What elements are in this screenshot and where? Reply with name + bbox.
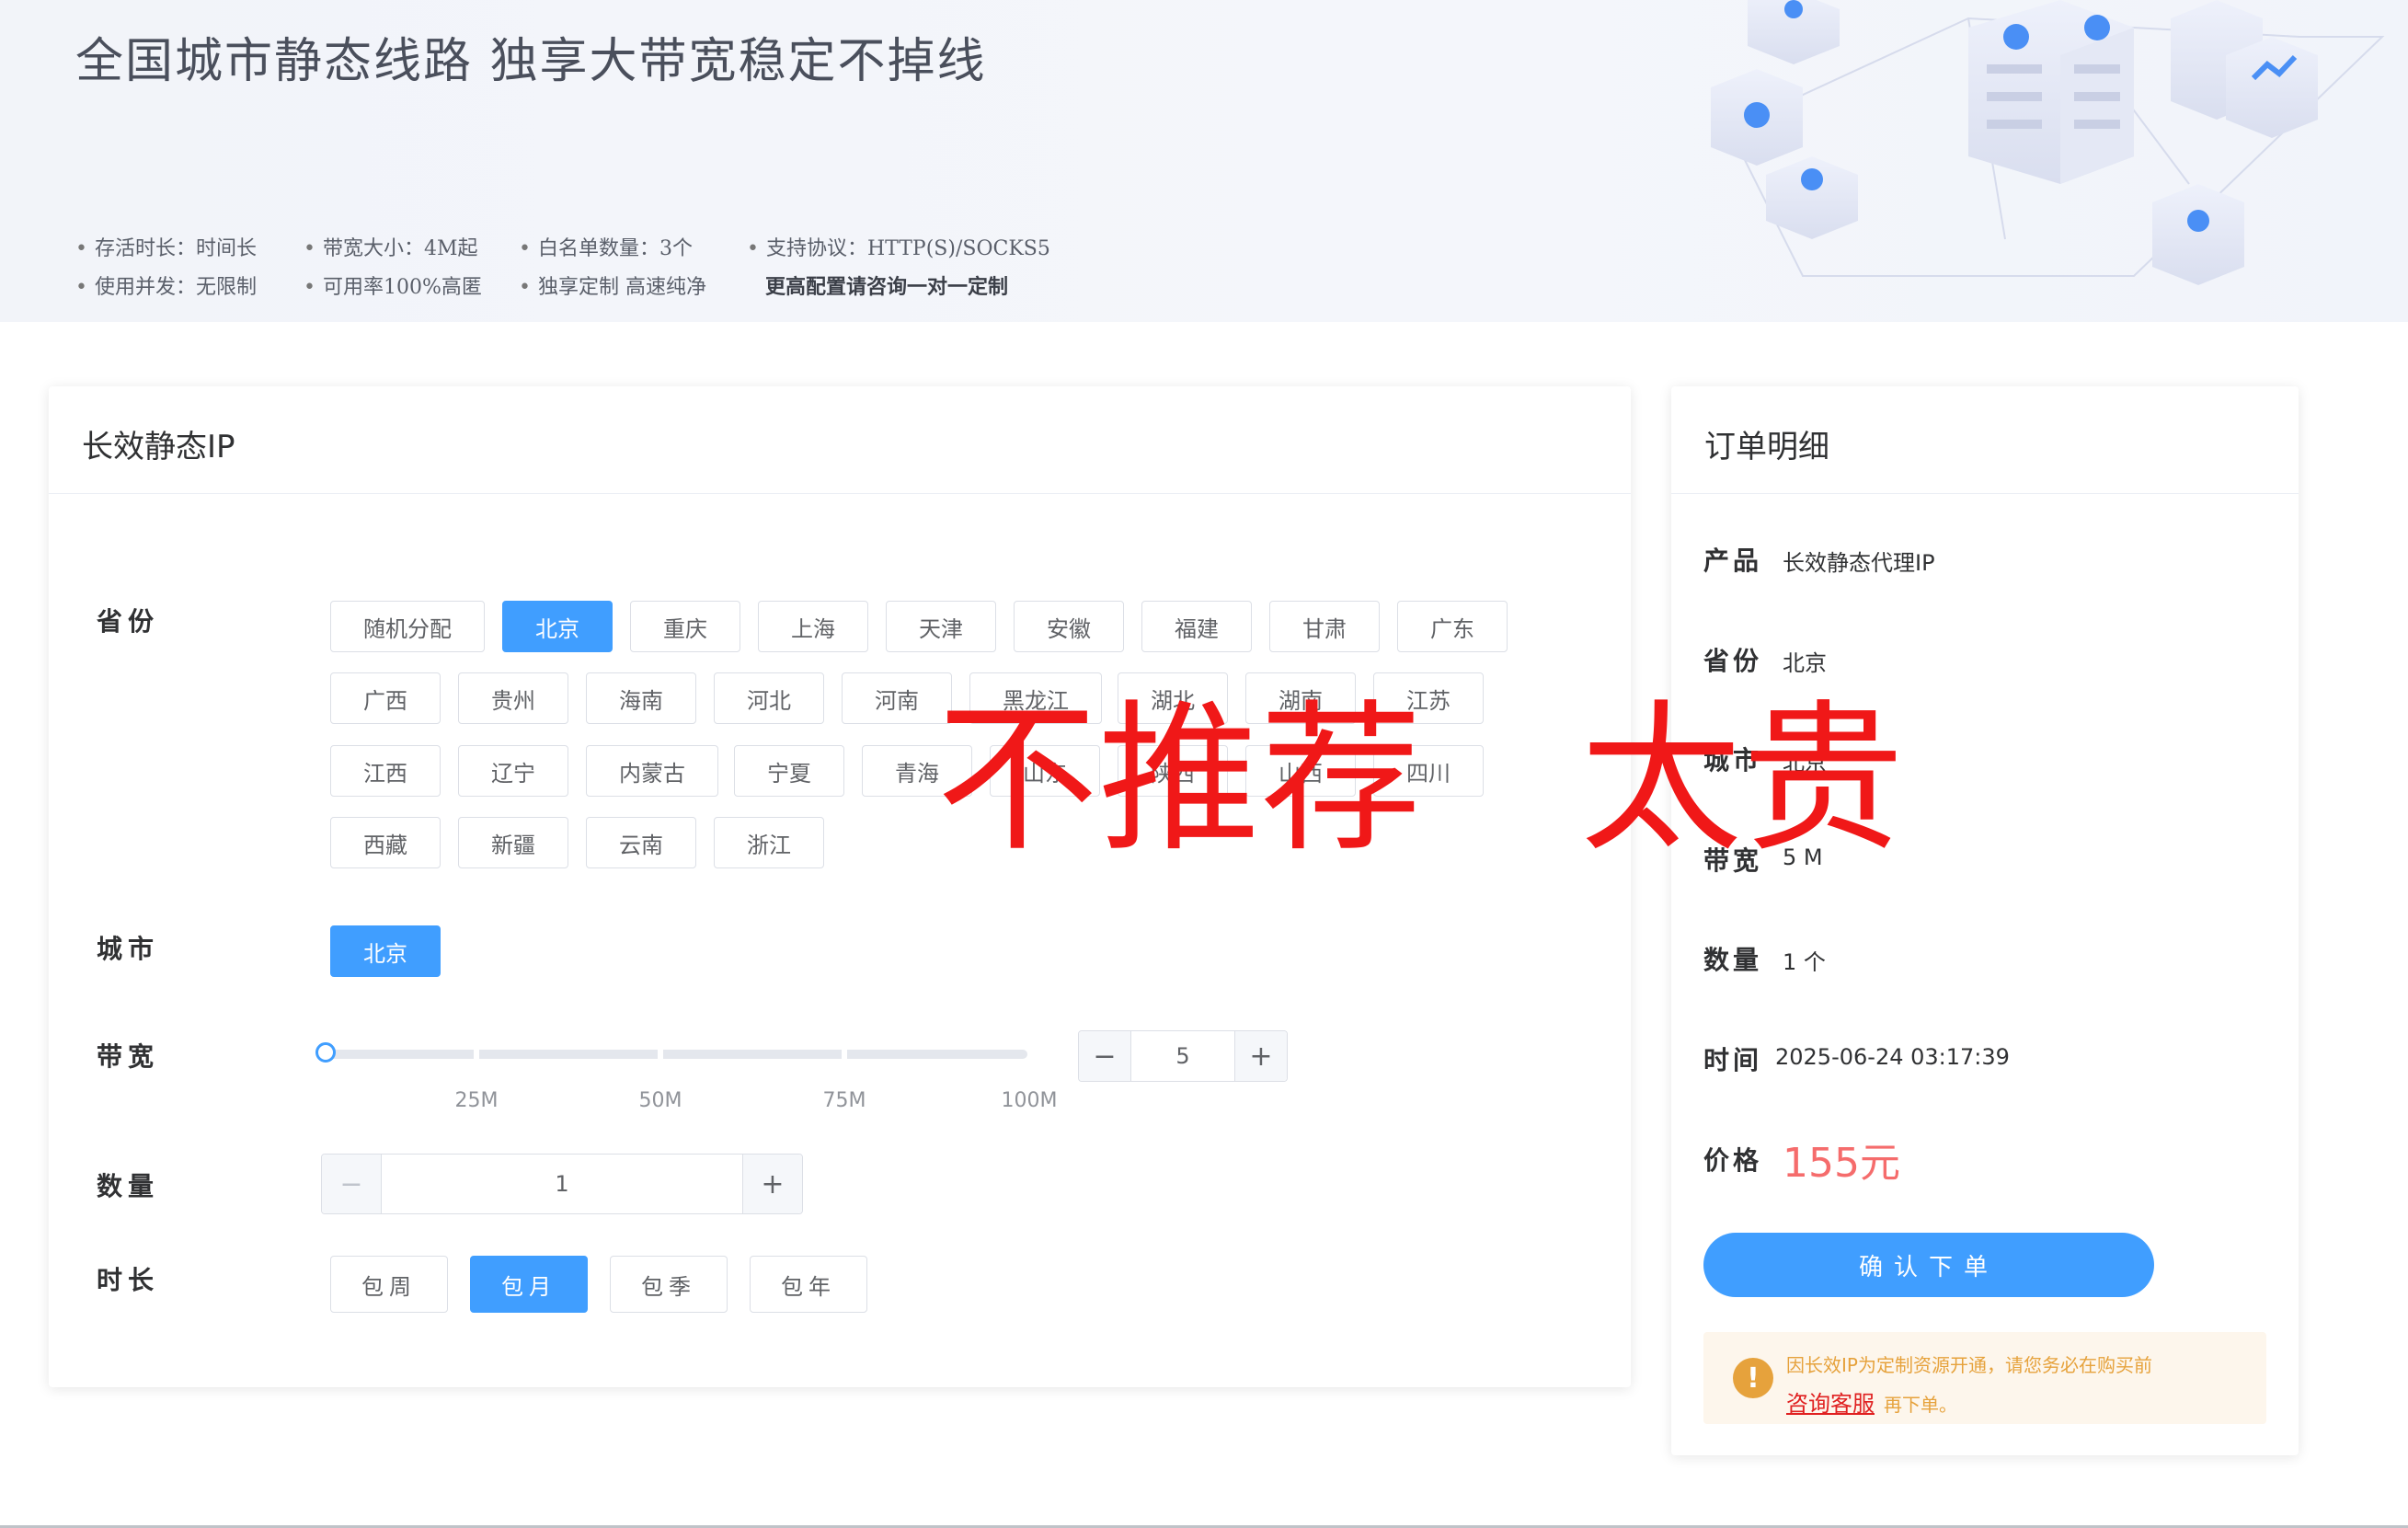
city-tag-beijing[interactable]: 北京 (330, 925, 441, 977)
order-time-value: 2025-06-24 03:17:39 (1775, 1044, 2010, 1070)
notice-tail-text: 再下单。 (1884, 1394, 1957, 1416)
slider-mark: 50M (638, 1089, 682, 1112)
province-tag[interactable]: 贵州 (458, 672, 568, 724)
notice-box: ! 因长效IP为定制资源开通，请您务必在购买前 咨询客服 再下单。 (1703, 1332, 2266, 1424)
quantity-stepper: − 1 + (321, 1154, 803, 1214)
bandwidth-stepper: − 5 + (1078, 1030, 1288, 1082)
banner-title: 全国城市静态线路 独享大带宽稳定不掉线 (75, 34, 987, 89)
feature-text: 可用率100%高匿 (304, 270, 482, 300)
province-tag[interactable]: 内蒙古 (586, 745, 718, 797)
quantity-label: 数量 (97, 1171, 160, 1201)
slider-mark: 100M (1001, 1089, 1058, 1112)
province-tag[interactable]: 甘肃 (1269, 601, 1380, 652)
feature-text-highlight: 更高配置请咨询一对一定制 (765, 275, 1009, 299)
province-tag[interactable]: 云南 (586, 817, 696, 868)
duration-tag-week[interactable]: 包周 (330, 1256, 448, 1313)
city-label: 城市 (97, 934, 160, 964)
duration-tag-year[interactable]: 包年 (750, 1256, 867, 1313)
province-tag[interactable]: 新疆 (458, 817, 568, 868)
feature-text: 存活时长：时间长 (75, 232, 257, 261)
province-label: 省份 (97, 606, 160, 637)
feature-text: 带宽大小：4M起 (304, 232, 478, 261)
feature-text: 使用并发：无限制 (75, 270, 257, 300)
warning-icon: ! (1733, 1358, 1773, 1398)
feature-text: 支持协议：HTTP(S)/SOCKS5 (747, 232, 1050, 261)
bandwidth-decrease-button[interactable]: − (1079, 1031, 1131, 1081)
province-tag[interactable]: 辽宁 (458, 745, 568, 797)
quantity-increase-button[interactable]: + (742, 1155, 802, 1213)
province-tag[interactable]: 安徽 (1014, 601, 1124, 652)
province-tag[interactable]: 重庆 (630, 601, 740, 652)
order-product-label: 产品 (1703, 546, 1763, 576)
bandwidth-label: 带宽 (97, 1041, 160, 1072)
contact-support-link[interactable]: 咨询客服 (1786, 1385, 1875, 1418)
order-province-value: 北京 (1783, 650, 1827, 676)
province-tag[interactable]: 河北 (714, 672, 824, 724)
province-tag[interactable]: 天津 (886, 601, 996, 652)
province-tag[interactable]: 广东 (1397, 601, 1508, 652)
quantity-input[interactable]: 1 (381, 1155, 743, 1213)
duration-tag-month[interactable]: 包月 (470, 1256, 588, 1313)
product-card: 长效静态IP (49, 386, 1631, 1387)
order-product-value: 长效静态代理IP (1783, 550, 1935, 576)
quantity-decrease-button[interactable]: − (322, 1155, 382, 1213)
province-tag[interactable]: 随机分配 (330, 601, 485, 652)
duration-tag-quarter[interactable]: 包季 (610, 1256, 728, 1313)
order-quantity-label: 数量 (1703, 945, 1763, 975)
overlay-text-not-recommended: 不推荐 (936, 685, 1423, 874)
bandwidth-slider-thumb[interactable] (315, 1042, 336, 1063)
province-tag[interactable]: 上海 (758, 601, 868, 652)
province-tag[interactable]: 福建 (1141, 601, 1252, 652)
product-card-header: 长效静态IP (49, 386, 1631, 494)
order-card-header: 订单明细 (1671, 386, 2299, 494)
feature-text: 白名单数量：3个 (519, 232, 693, 261)
province-tag[interactable]: 宁夏 (734, 745, 844, 797)
bandwidth-input[interactable]: 5 (1130, 1031, 1235, 1081)
confirm-order-button[interactable]: 确认下单 (1703, 1233, 2154, 1297)
province-tag[interactable]: 江西 (330, 745, 441, 797)
order-price-label: 价格 (1703, 1145, 1763, 1176)
slider-stop (474, 1050, 479, 1059)
province-tag[interactable]: 广西 (330, 672, 441, 724)
province-tag[interactable]: 西藏 (330, 817, 441, 868)
province-tag[interactable]: 河南 (842, 672, 952, 724)
order-province-label: 省份 (1703, 646, 1763, 676)
order-price-value: 155元 (1783, 1140, 1900, 1187)
province-tag[interactable]: 北京 (502, 601, 613, 652)
order-quantity-value: 1 个 (1783, 949, 1826, 975)
server-illustration-icon (1711, 0, 2385, 285)
order-time-label: 时间 (1703, 1045, 1763, 1075)
slider-stop (658, 1050, 663, 1059)
bandwidth-increase-button[interactable]: + (1234, 1031, 1287, 1081)
notice-text: 因长效IP为定制资源开通，请您务必在购买前 (1786, 1354, 2152, 1376)
slider-stop (842, 1050, 847, 1059)
product-card-title: 长效静态IP (82, 429, 235, 465)
slider-mark: 75M (822, 1089, 866, 1112)
overlay-text-too-expensive: 太贵 (1580, 685, 1905, 874)
province-tag[interactable]: 海南 (586, 672, 696, 724)
banner: 全国城市静态线路 独享大带宽稳定不掉线 存活时长：时间长 带宽大小：4M起 白名… (0, 0, 2408, 322)
bandwidth-slider-track[interactable] (328, 1050, 1027, 1059)
order-card-title: 订单明细 (1704, 429, 1829, 465)
duration-label: 时长 (97, 1265, 160, 1295)
feature-text: 独享定制 高速纯净 (519, 270, 706, 300)
slider-mark: 25M (454, 1089, 499, 1112)
province-tag[interactable]: 浙江 (714, 817, 824, 868)
